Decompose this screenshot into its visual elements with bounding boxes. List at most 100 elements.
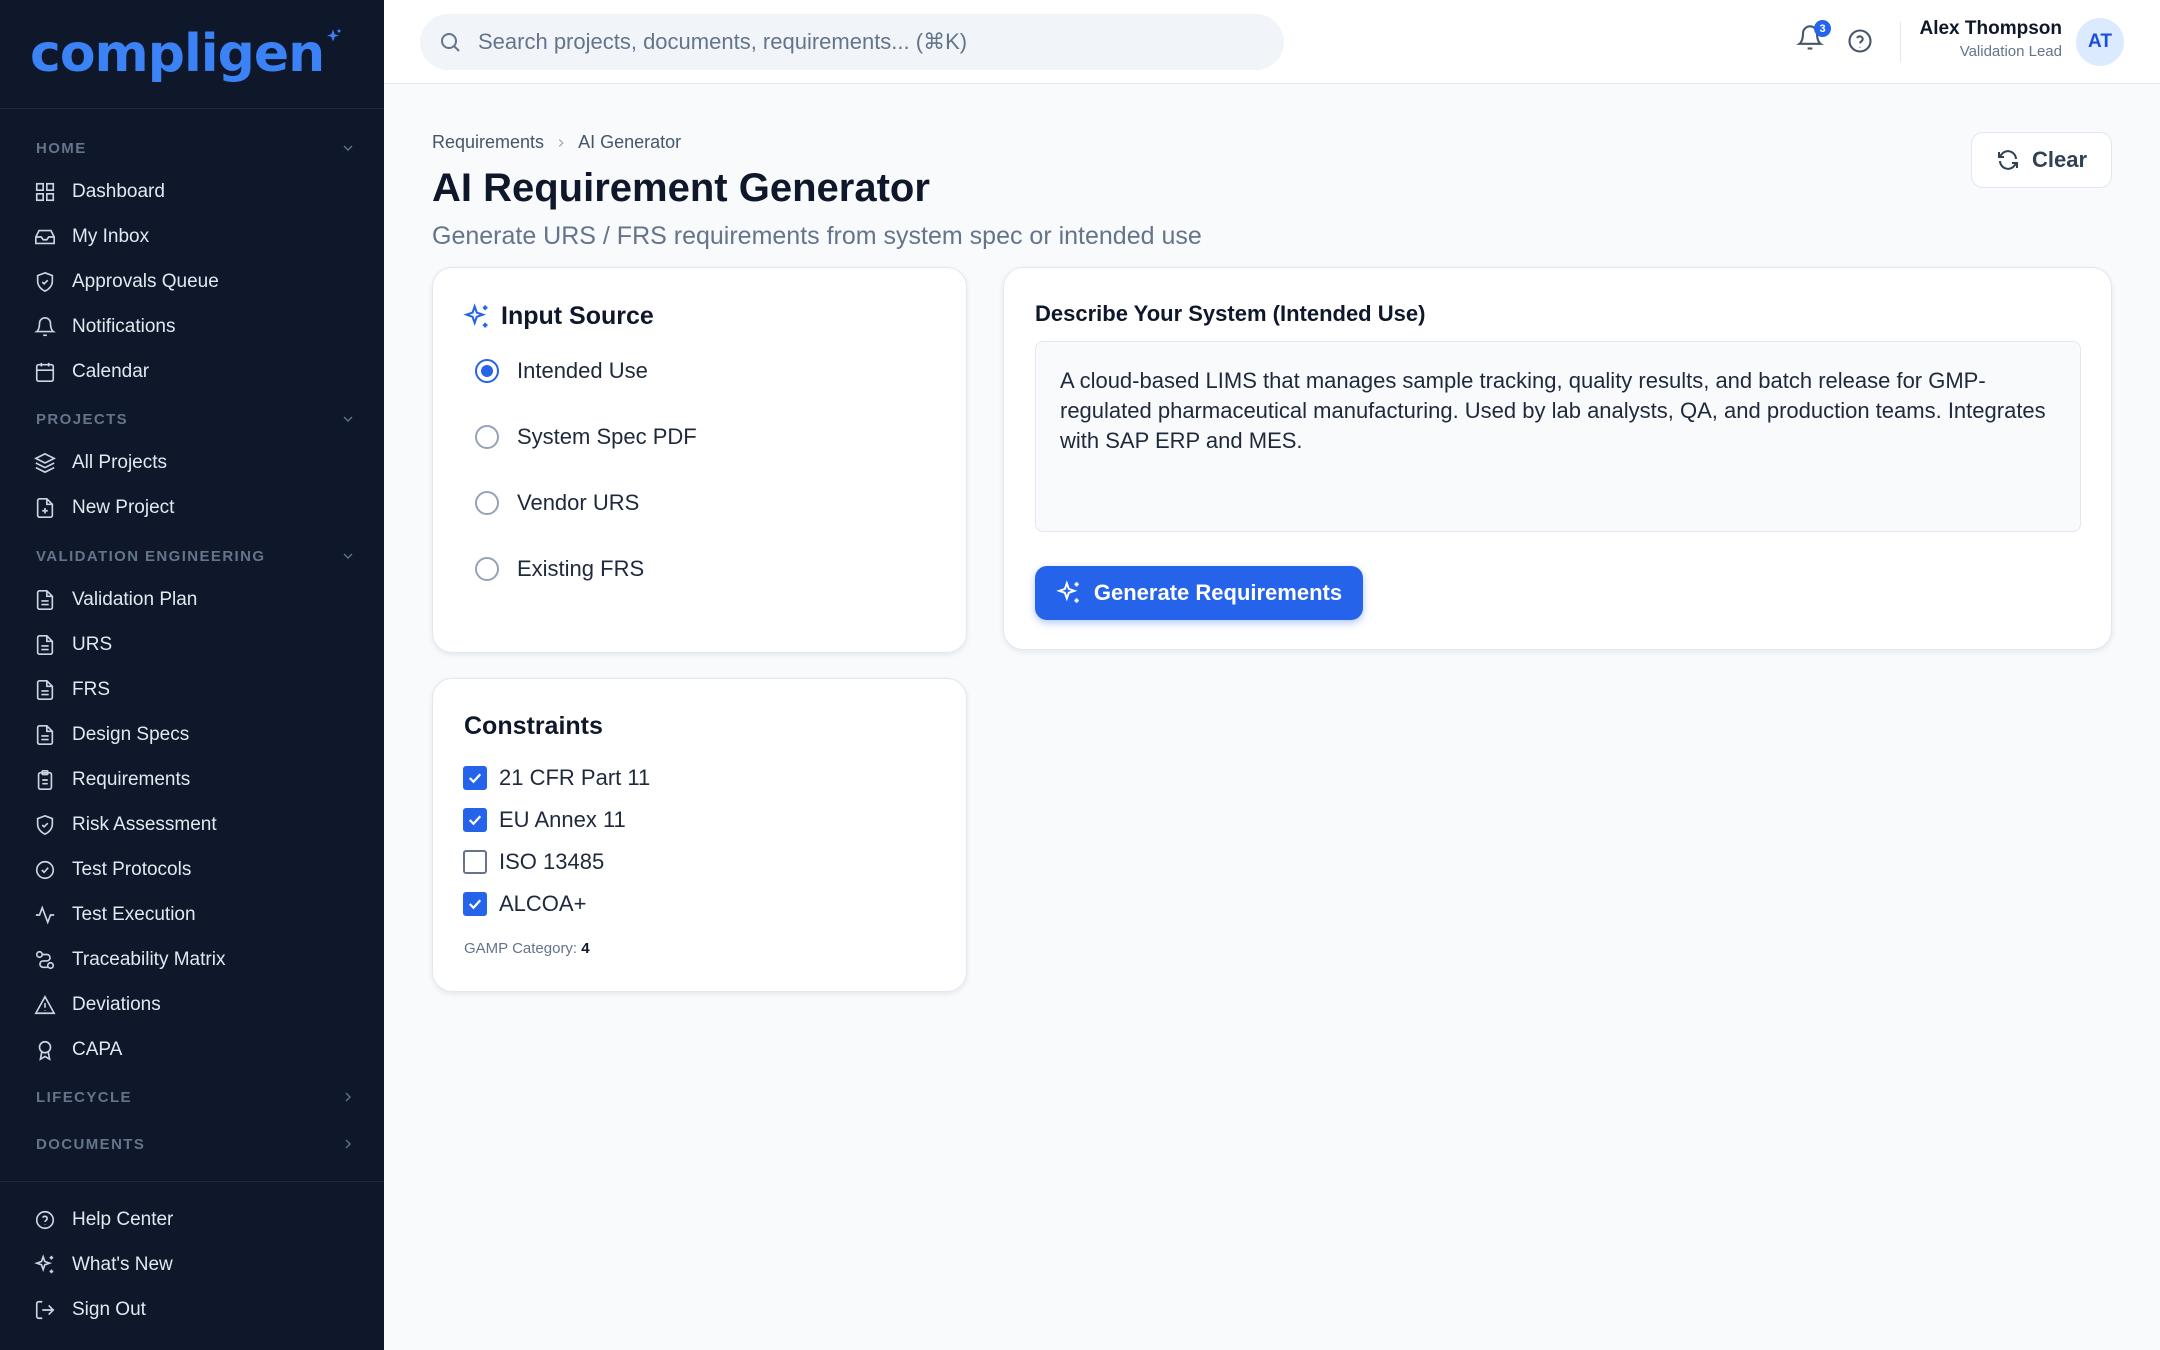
sidebar-item-risk-assessment[interactable]: Risk Assessment (34, 805, 354, 845)
radio-button[interactable] (475, 491, 499, 515)
sidebar-item-calendar[interactable]: Calendar (34, 352, 354, 392)
clear-button[interactable]: Clear (1971, 132, 2112, 188)
breadcrumb-item-requirements[interactable]: Requirements (432, 132, 544, 153)
describe-system-card: Describe Your System (Intended Use) A cl… (1003, 267, 2112, 650)
checkbox[interactable] (463, 808, 487, 832)
brand-name: compligen (30, 24, 325, 84)
sidebar-item-traceability-matrix[interactable]: Traceability Matrix (34, 940, 354, 980)
checkbox-label: ALCOA+ (499, 891, 587, 916)
brand-logo[interactable]: compligen (30, 22, 342, 86)
file-text-icon (36, 635, 54, 655)
chevron-right-icon (345, 1092, 351, 1102)
shield-icon (36, 814, 54, 836)
sidebar-item-new-project[interactable]: New Project (34, 488, 354, 528)
dashboard-icon (35, 182, 55, 202)
search-bar[interactable] (420, 14, 1284, 70)
radio-label: Intended Use (517, 358, 648, 383)
checkmark-icon (468, 899, 482, 910)
radio-existing-frs[interactable]: Existing FRS (475, 556, 644, 582)
file-text-icon (36, 725, 54, 745)
sidebar-section-home[interactable]: HOME (36, 136, 356, 160)
checkbox-eu-annex-11[interactable]: EU Annex 11 (463, 807, 626, 833)
sidebar-item-approvals[interactable]: Approvals Queue (34, 262, 354, 302)
sidebar-item-test-protocols[interactable]: Test Protocols (34, 850, 354, 890)
constraints-card: Constraints 21 CFR Part 11 EU Annex 11 I… (432, 678, 967, 992)
avatar[interactable]: AT (2076, 18, 2124, 66)
describe-system-label: Describe Your System (Intended Use) (1035, 301, 1426, 326)
sidebar-item-sign-out[interactable]: Sign Out (34, 1290, 354, 1330)
radio-intended-use[interactable]: Intended Use (475, 358, 648, 384)
search-icon (441, 33, 460, 52)
input-source-card: Input Source Intended Use System Spec PD… (432, 267, 967, 653)
generate-requirements-button[interactable]: Generate Requirements (1035, 566, 1363, 620)
section-label: VALIDATION ENGINEERING (36, 547, 266, 565)
shield-check-icon (36, 271, 54, 293)
calendar-icon (35, 362, 55, 382)
checkbox[interactable] (463, 850, 487, 874)
sidebar-item-help-center[interactable]: Help Center (34, 1200, 354, 1240)
help-button[interactable] (1846, 27, 1876, 57)
radio-system-spec-pdf[interactable]: System Spec PDF (475, 424, 697, 450)
award-icon (38, 1040, 52, 1061)
checkbox-alcoa-plus[interactable]: ALCOA+ (463, 891, 586, 917)
radio-button[interactable] (475, 557, 499, 581)
radio-label: System Spec PDF (517, 424, 697, 449)
checkbox[interactable] (463, 766, 487, 790)
generate-requirements-label: Generate Requirements (1093, 580, 1343, 605)
sidebar-item-label: Approvals Queue (72, 271, 219, 292)
sparkles-icon (1056, 580, 1079, 603)
radio-button[interactable] (475, 359, 499, 383)
sidebar-section-validation[interactable]: VALIDATION ENGINEERING (36, 544, 356, 568)
notifications-button[interactable]: 3 (1796, 20, 1831, 58)
sidebar-section-documents[interactable]: DOCUMENTS (36, 1132, 356, 1156)
sidebar-section-lifecycle[interactable]: LIFECYCLE (36, 1085, 356, 1109)
sparkles-icon (34, 1254, 54, 1274)
topbar-divider (1900, 22, 1901, 62)
input-source-title: Input Source (501, 302, 654, 330)
radio-vendor-urs[interactable]: Vendor URS (475, 490, 639, 516)
checkbox-label: 21 CFR Part 11 (499, 765, 651, 790)
sidebar-item-label: My Inbox (72, 226, 150, 247)
sidebar-item-validation-plan[interactable]: Validation Plan (34, 580, 354, 620)
sidebar-item-label: Traceability Matrix (72, 949, 226, 970)
user-info[interactable]: Alex Thompson Validation Lead (1919, 18, 2062, 62)
sidebar-item-label: Help Center (72, 1209, 174, 1230)
sidebar-section-projects[interactable]: PROJECTS (36, 407, 356, 431)
sidebar-item-test-execution[interactable]: Test Execution (34, 895, 354, 935)
sidebar-item-requirements[interactable]: Requirements (34, 760, 354, 800)
sidebar-item-label: CAPA (72, 1039, 123, 1060)
notification-count-badge: 3 (1814, 20, 1831, 37)
top-bar: 3 Alex Thompson Validation Lead AT (384, 0, 2160, 84)
checkbox-iso-13485[interactable]: ISO 13485 (463, 849, 604, 875)
radio-button[interactable] (475, 425, 499, 449)
sidebar-item-notifications[interactable]: Notifications (34, 307, 354, 347)
sidebar-item-label: FRS (72, 679, 110, 700)
sidebar-item-inbox[interactable]: My Inbox (34, 217, 354, 257)
checkmark-icon (468, 773, 482, 784)
constraints-title: Constraints (464, 712, 603, 740)
sidebar-item-whats-new[interactable]: What's New (34, 1245, 354, 1285)
checkbox-21-cfr-part-11[interactable]: 21 CFR Part 11 (463, 765, 650, 791)
sidebar-item-frs[interactable]: FRS (34, 670, 354, 710)
sidebar-item-all-projects[interactable]: All Projects (34, 443, 354, 483)
sidebar-item-dashboard[interactable]: Dashboard (34, 172, 354, 212)
sidebar-item-label: Test Execution (72, 904, 196, 925)
sidebar-item-design-specs[interactable]: Design Specs (34, 715, 354, 755)
sidebar-item-capa[interactable]: CAPA (34, 1030, 354, 1070)
gamp-category: GAMP Category: 4 (464, 940, 590, 957)
sidebar-item-label: Notifications (72, 316, 176, 337)
chevron-right-icon (345, 1139, 351, 1149)
refresh-icon (1997, 150, 2018, 170)
check-circle-icon (35, 860, 55, 880)
activity-icon (35, 905, 55, 925)
sidebar-item-deviations[interactable]: Deviations (34, 985, 354, 1025)
sidebar: compligen HOME Dashboard My Inbox Approv… (0, 0, 384, 1350)
sidebar-divider (0, 1181, 384, 1182)
checkbox[interactable] (463, 892, 487, 916)
sidebar-item-urs[interactable]: URS (34, 625, 354, 665)
sidebar-item-label: New Project (72, 497, 175, 518)
search-input[interactable] (478, 29, 1238, 55)
sidebar-item-label: Design Specs (72, 724, 190, 745)
bell-icon (34, 317, 56, 337)
system-description-textarea[interactable]: A cloud-based LIMS that manages sample t… (1035, 341, 2081, 532)
